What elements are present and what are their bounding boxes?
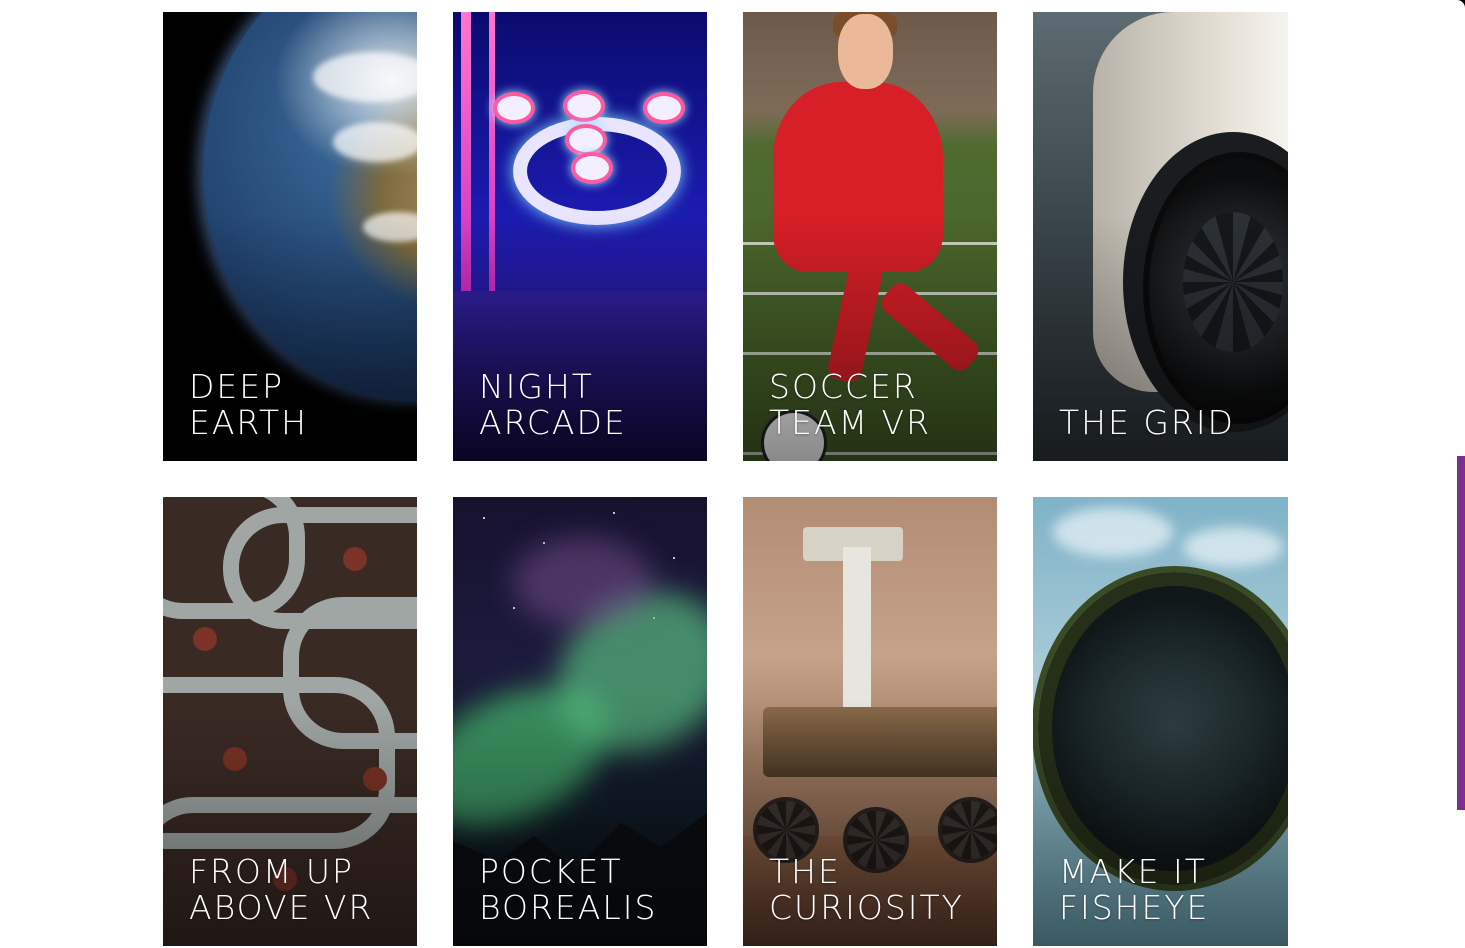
- card-title: DEEP EARTH: [189, 367, 308, 442]
- card-from-up-above-vr[interactable]: FROM UP ABOVE VR: [163, 497, 417, 946]
- card-title: FROM UP ABOVE VR: [189, 852, 374, 927]
- card-title: NIGHT ARCADE: [479, 367, 627, 442]
- card-night-arcade[interactable]: NIGHT ARCADE: [453, 12, 707, 461]
- page: DEEP EARTH NIGHT ARCADE SOCCER TEAM VR T…: [0, 0, 1465, 948]
- card-title: THE GRID: [1059, 403, 1235, 442]
- card-pocket-borealis[interactable]: POCKET BOREALIS: [453, 497, 707, 946]
- scrollbar-thumb[interactable]: [1457, 456, 1465, 810]
- card-title: SOCCER TEAM VR: [769, 367, 932, 442]
- card-title: MAKE IT FISHEYE: [1059, 852, 1210, 927]
- card-the-grid[interactable]: THE GRID: [1033, 12, 1288, 461]
- card-deep-earth[interactable]: DEEP EARTH: [163, 12, 417, 461]
- card-title: THE CURIOSITY: [769, 852, 964, 927]
- card-make-it-fisheye[interactable]: MAKE IT FISHEYE: [1033, 497, 1288, 946]
- card-the-curiosity[interactable]: THE CURIOSITY: [743, 497, 997, 946]
- card-title: POCKET BOREALIS: [479, 852, 658, 927]
- experience-grid: DEEP EARTH NIGHT ARCADE SOCCER TEAM VR T…: [0, 0, 1465, 948]
- card-soccer-team-vr[interactable]: SOCCER TEAM VR: [743, 12, 997, 461]
